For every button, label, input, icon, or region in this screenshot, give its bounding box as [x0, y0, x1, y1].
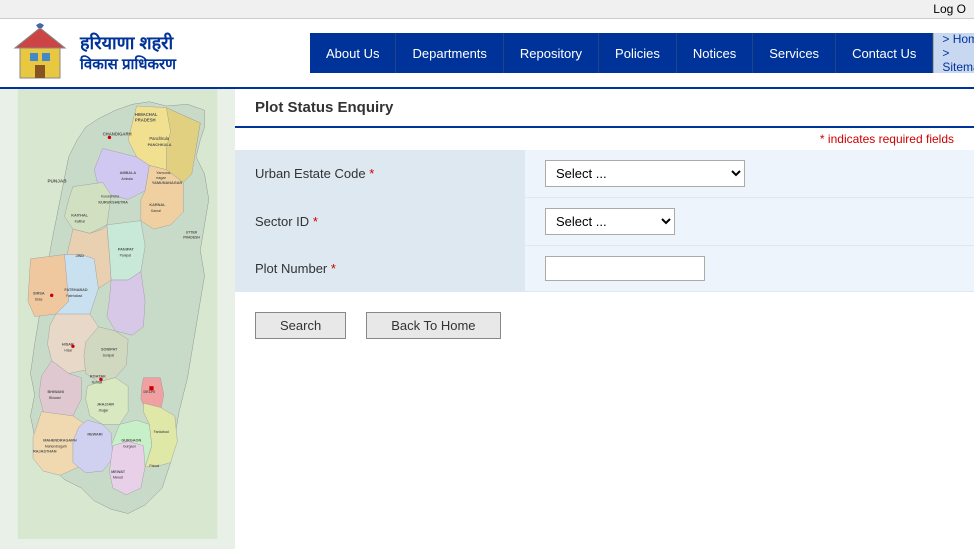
svg-text:Sonipat: Sonipat: [103, 353, 115, 357]
svg-text:Kurukshetra: Kurukshetra: [101, 195, 119, 199]
svg-text:UTTER: UTTER: [186, 230, 198, 234]
svg-text:Mewat: Mewat: [113, 476, 123, 480]
logo-line2: विकास प्राधिकरण: [80, 55, 176, 75]
svg-text:Kaithal: Kaithal: [75, 219, 86, 223]
urban-estate-label: Urban Estate Code *: [235, 150, 525, 198]
svg-text:Bhiwani: Bhiwani: [49, 396, 61, 400]
svg-text:nagar: nagar: [156, 176, 166, 180]
nav-item-departments[interactable]: Departments: [396, 33, 503, 73]
required-note: * indicates required fields: [235, 128, 974, 150]
svg-text:Panipat: Panipat: [120, 253, 132, 257]
nav-item-contact-us[interactable]: Contact Us: [836, 33, 933, 73]
svg-text:Yamuna-: Yamuna-: [156, 171, 172, 175]
sector-id-select[interactable]: Select ...: [545, 208, 675, 235]
nav-item-services[interactable]: Services: [753, 33, 836, 73]
sector-id-label: Sector ID *: [235, 198, 525, 246]
urban-estate-row: Urban Estate Code * Select ...: [235, 150, 974, 198]
svg-text:PANCHKULA: PANCHKULA: [148, 143, 172, 147]
svg-text:Fatehabad: Fatehabad: [66, 294, 82, 298]
map-sidebar: HIMACHAL PRADESH CHANDIGARH Panchkula PA…: [0, 89, 235, 549]
nav-item-repository[interactable]: Repository: [504, 33, 599, 73]
svg-text:AMBALA: AMBALA: [120, 171, 137, 175]
logo-text: हरियाणा शहरी विकास प्राधिकरण: [80, 32, 176, 75]
top-bar: Log O: [0, 0, 974, 19]
quick-links: > Home > Sitemap: [933, 33, 974, 73]
header: HSVP हरियाणा शहरी विकास प्राधिकरण About …: [0, 19, 974, 89]
plot-number-row: Plot Number *: [235, 246, 974, 292]
logo-line1: हरियाणा शहरी: [80, 32, 176, 55]
svg-text:KARNAL: KARNAL: [149, 203, 166, 207]
svg-text:Mahendragarh: Mahendragarh: [45, 444, 67, 448]
svg-text:Palwal: Palwal: [149, 464, 159, 468]
svg-text:Hisar: Hisar: [64, 348, 73, 352]
svg-text:Ambala: Ambala: [121, 177, 133, 181]
home-link[interactable]: > Home: [942, 32, 974, 46]
svg-text:JIND: JIND: [75, 254, 84, 258]
search-button[interactable]: Search: [255, 312, 346, 339]
svg-text:JHAJJAR: JHAJJAR: [97, 403, 115, 407]
urban-estate-select[interactable]: Select ...: [545, 160, 745, 187]
svg-text:Karnal: Karnal: [151, 209, 161, 213]
svg-text:SIRSA: SIRSA: [33, 291, 45, 295]
hsvp-logo: HSVP: [10, 23, 70, 83]
svg-text:REWARI: REWARI: [87, 432, 102, 436]
back-home-button[interactable]: Back To Home: [366, 312, 500, 339]
nav-item-notices[interactable]: Notices: [677, 33, 753, 73]
svg-text:GURGAON: GURGAON: [121, 438, 141, 442]
svg-text:HIMACHAL: HIMACHAL: [135, 112, 158, 117]
svg-text:YAMUNANAGAR: YAMUNANAGAR: [152, 181, 183, 185]
svg-text:CHANDIGARH: CHANDIGARH: [103, 132, 132, 137]
svg-text:Rohtak: Rohtak: [92, 381, 103, 385]
form-table: Urban Estate Code * Select ... Sector ID…: [235, 150, 974, 292]
urban-estate-input-cell: Select ...: [525, 150, 974, 198]
plot-number-label: Plot Number *: [235, 246, 525, 292]
sector-id-row: Sector ID * Select ...: [235, 198, 974, 246]
svg-text:MEWAT: MEWAT: [111, 470, 126, 474]
sitemap-link[interactable]: > Sitemap: [942, 46, 974, 74]
svg-text:Gurgaon: Gurgaon: [123, 444, 136, 448]
svg-text:BHIWANI: BHIWANI: [47, 390, 64, 394]
svg-text:Faridabad: Faridabad: [154, 430, 169, 434]
svg-text:KURUKSHETRA: KURUKSHETRA: [98, 201, 128, 205]
page-title: Plot Status Enquiry: [235, 89, 974, 128]
svg-text:PUNJAB: PUNJAB: [47, 178, 67, 183]
logo-area: HSVP हरियाणा शहरी विकास प्राधिकरण: [0, 23, 310, 83]
svg-text:FATEHABAD: FATEHABAD: [64, 288, 87, 292]
svg-text:Jhajjar: Jhajjar: [98, 409, 109, 413]
nav-bar: About Us Departments Repository Policies…: [310, 33, 974, 73]
svg-text:ROHTAK: ROHTAK: [90, 375, 106, 379]
svg-text:SONIPAT: SONIPAT: [101, 348, 118, 352]
svg-text:Sirsa: Sirsa: [35, 297, 43, 301]
svg-text:Panchkula: Panchkula: [149, 136, 169, 141]
svg-text:PRADESH: PRADESH: [135, 117, 156, 122]
plot-number-input-cell: [525, 246, 974, 292]
log-out-link[interactable]: Log O: [933, 2, 966, 16]
svg-text:KAITHAL: KAITHAL: [71, 213, 88, 217]
content-area: Plot Status Enquiry * indicates required…: [235, 89, 974, 549]
main-layout: HIMACHAL PRADESH CHANDIGARH Panchkula PA…: [0, 89, 974, 549]
svg-text:DELHI: DELHI: [143, 390, 154, 394]
svg-text:MAHENDRAGARH: MAHENDRAGARH: [43, 438, 77, 442]
sector-id-input-cell: Select ...: [525, 198, 974, 246]
svg-text:RAJASTHAN: RAJASTHAN: [33, 449, 57, 453]
haryana-map: HIMACHAL PRADESH CHANDIGARH Panchkula PA…: [0, 89, 235, 539]
nav-item-about-us[interactable]: About Us: [310, 33, 396, 73]
plot-number-input[interactable]: [545, 256, 705, 281]
svg-text:PANIPAT: PANIPAT: [118, 247, 135, 251]
nav-item-policies[interactable]: Policies: [599, 33, 677, 73]
svg-text:PRADESH: PRADESH: [183, 235, 200, 239]
buttons-row: Search Back To Home: [235, 292, 974, 359]
